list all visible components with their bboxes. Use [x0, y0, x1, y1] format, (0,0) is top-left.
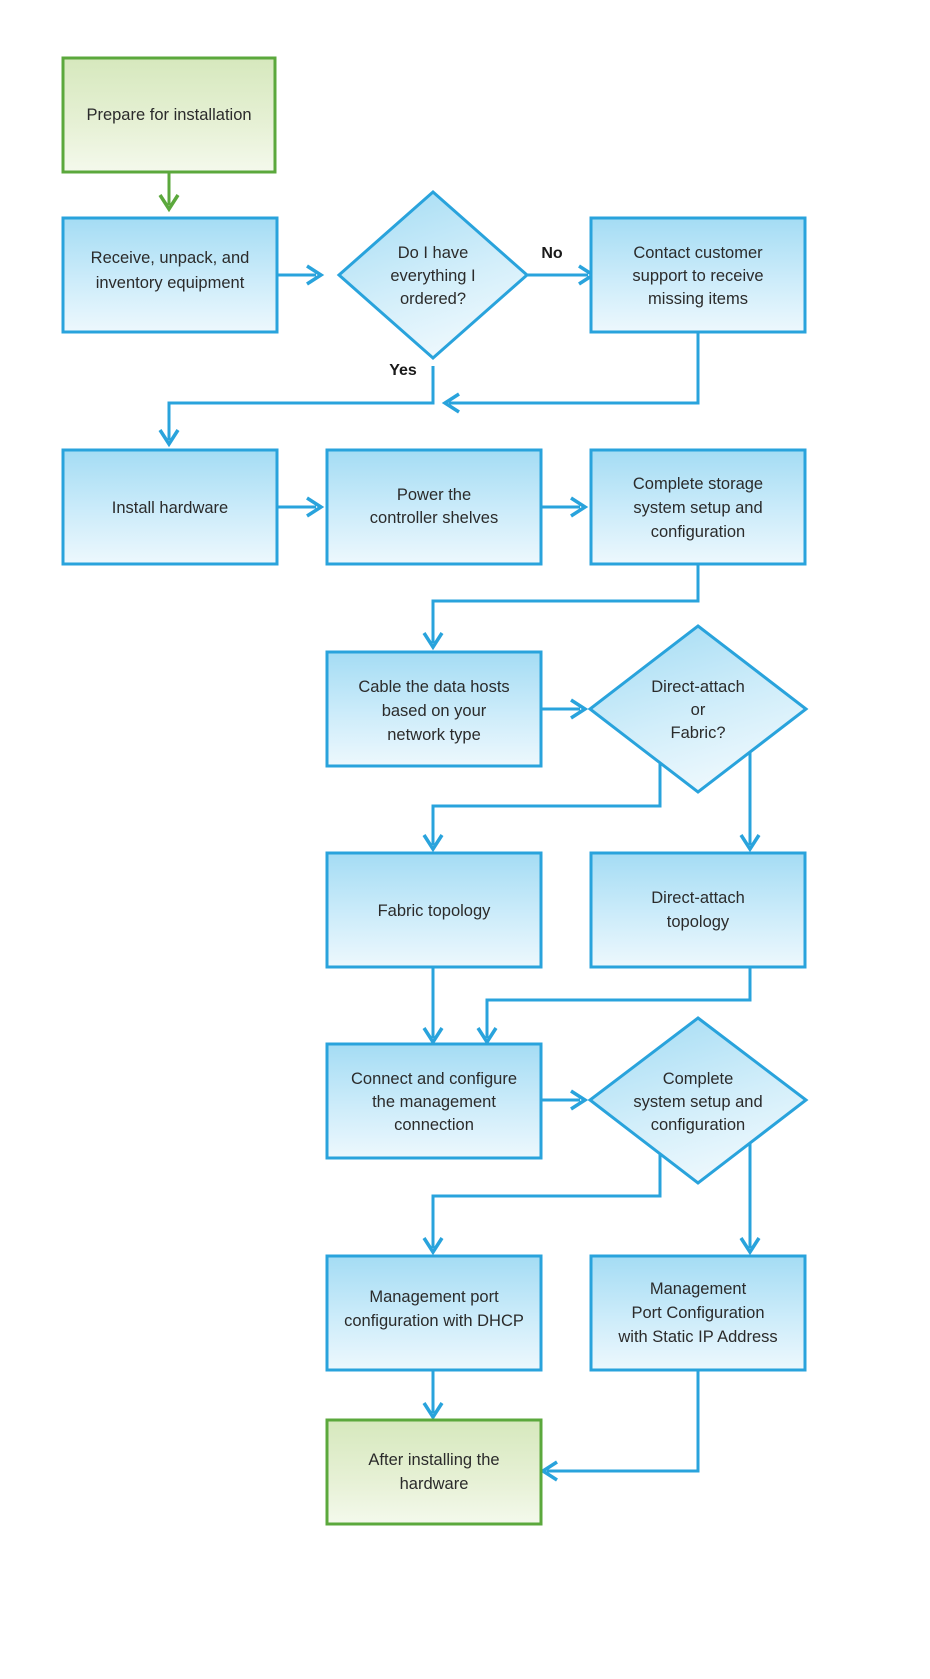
node-label: Install hardware — [112, 499, 228, 517]
node-label-line1: Cable the data hosts — [358, 678, 509, 696]
node-label-line1: Receive, unpack, and — [91, 249, 250, 267]
node-label-line2: support to receive — [632, 267, 763, 285]
node-complete-storage-setup[interactable]: Complete storage system setup and config… — [589, 448, 807, 566]
node-label-line2: topology — [667, 913, 730, 931]
node-label-line2: hardware — [400, 1475, 469, 1493]
connector-decision-direct-branch — [739, 748, 761, 853]
node-decision-have-everything[interactable]: Do I have everything I ordered? — [336, 189, 530, 361]
connector-cable-to-decision — [541, 698, 589, 720]
node-management-port-static-ip[interactable]: Management Port Configuration with Stati… — [589, 1254, 807, 1372]
node-receive-unpack-inventory[interactable]: Receive, unpack, and inventory equipment — [61, 216, 279, 334]
node-label-line2: system setup and — [633, 1093, 762, 1111]
node-label-line1: Direct-attach — [651, 889, 745, 907]
node-label-line1: Connect and configure — [351, 1070, 517, 1088]
node-label-line1: After installing the — [368, 1451, 499, 1469]
node-install-hardware[interactable]: Install hardware — [61, 448, 279, 566]
node-fabric-topology[interactable]: Fabric topology — [325, 851, 543, 969]
connector-connect-to-complete-system — [541, 1089, 589, 1111]
node-label-line3: configuration — [651, 1116, 745, 1134]
node-label-line3: missing items — [648, 290, 748, 308]
node-label-line3: Fabric? — [670, 724, 725, 742]
flowchart-svg: Prepare for installation Receive, unpack… — [61, 56, 809, 1526]
node-label-line3: configuration — [651, 523, 745, 541]
node-label-line2: controller shelves — [370, 509, 498, 527]
node-label-line3: network type — [387, 726, 481, 744]
node-cable-data-hosts[interactable]: Cable the data hosts based on your netwo… — [325, 650, 543, 768]
node-label-line2: everything I — [390, 267, 475, 285]
connector-decision-no-to-contact — [527, 264, 597, 286]
flowchart-canvas: Prepare for installation Receive, unpack… — [0, 0, 930, 1679]
node-label-line2: the management — [372, 1093, 496, 1111]
node-label-line1: Do I have — [398, 244, 469, 262]
node-label-line1: Power the — [397, 486, 471, 504]
edge-label-no: No — [541, 245, 563, 262]
node-prepare-for-installation[interactable]: Prepare for installation — [61, 56, 277, 174]
node-label-line1: Direct-attach — [651, 678, 745, 696]
node-label-line1: Complete storage — [633, 475, 763, 493]
node-label-line2: or — [691, 701, 706, 719]
connector-dhcp-to-after-install — [422, 1367, 444, 1421]
connector-contact-to-junction — [441, 327, 700, 414]
connector-complete-storage-to-cable — [422, 563, 700, 651]
node-label: Fabric topology — [378, 902, 492, 920]
connector-fabric-to-connect — [422, 965, 444, 1046]
node-label-line1: Complete — [663, 1070, 734, 1088]
node-decision-direct-or-fabric[interactable]: Direct-attach or Fabric? — [587, 624, 809, 794]
node-label-line3: with Static IP Address — [617, 1328, 777, 1346]
node-contact-customer-support[interactable]: Contact customer support to receive miss… — [589, 216, 807, 334]
node-connect-management-connection[interactable]: Connect and configure the management con… — [325, 1042, 543, 1160]
node-label: Prepare for installation — [86, 106, 251, 124]
connector-prepare-to-receive — [158, 172, 180, 213]
connector-install-to-power — [277, 496, 325, 518]
edge-label-yes: Yes — [389, 362, 417, 379]
node-direct-attach-topology[interactable]: Direct-attach topology — [589, 851, 807, 969]
node-label-line3: ordered? — [400, 290, 466, 308]
connector-receive-to-decision — [277, 264, 325, 286]
node-label-line1: Management port — [369, 1288, 499, 1306]
node-label-line2: based on your — [382, 702, 487, 720]
node-label-line2: system setup and — [633, 499, 762, 517]
node-label-line1: Contact customer — [633, 244, 763, 262]
node-label-line2: Port Configuration — [632, 1304, 765, 1322]
node-management-port-dhcp[interactable]: Management port configuration with DHCP — [325, 1254, 543, 1372]
node-label-line1: Management — [650, 1280, 747, 1298]
node-after-installing-hardware[interactable]: After installing the hardware — [325, 1418, 543, 1526]
node-decision-complete-system-setup[interactable]: Complete system setup and configuration — [587, 1016, 809, 1185]
connector-complete-system-static-branch — [739, 1140, 761, 1256]
connector-static-to-after-install — [539, 1367, 700, 1482]
node-label-line3: connection — [394, 1116, 474, 1134]
node-label-line2: configuration with DHCP — [344, 1312, 524, 1330]
node-power-controller-shelves[interactable]: Power the controller shelves — [325, 448, 543, 566]
node-label-line2: inventory equipment — [96, 274, 245, 292]
connector-power-to-complete-storage — [541, 496, 589, 518]
